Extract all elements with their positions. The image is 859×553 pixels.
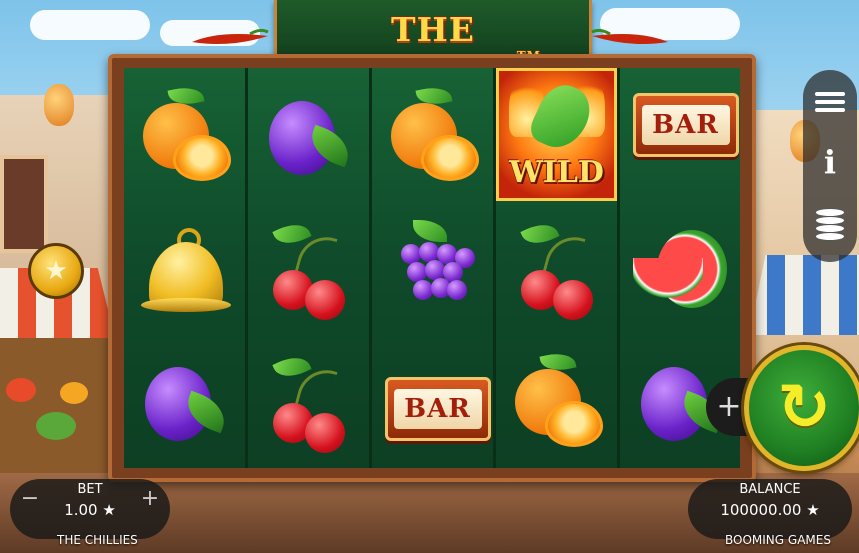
balance-panel: BALANCE 100000.00 ★: [688, 479, 852, 539]
grapes-icon: [383, 218, 483, 318]
bar-icon: BAR: [631, 85, 739, 185]
awning-right: [749, 255, 859, 335]
symbol-orange: [124, 68, 245, 201]
bet-increase-button[interactable]: +: [138, 487, 162, 511]
bar-icon: BAR: [383, 351, 491, 451]
coins-stack-icon: [815, 207, 845, 241]
bet-coins-button[interactable]: [810, 204, 850, 244]
reel-2: [248, 68, 369, 468]
orange-icon: [507, 349, 607, 451]
watermelon-icon: [631, 218, 731, 318]
orange-icon: [383, 83, 483, 185]
symbol-plum: [124, 334, 245, 467]
plum-icon: [259, 85, 359, 185]
bar-label: BAR: [393, 388, 482, 429]
menu-button[interactable]: [810, 82, 850, 122]
lantern: [44, 84, 74, 126]
wild-label: WILD: [509, 155, 604, 190]
symbol-watermelon: [620, 201, 741, 334]
symbol-grapes: [372, 201, 493, 334]
reel-area: BAR WILD BAR: [124, 68, 740, 468]
market-stall-left: [0, 338, 108, 478]
symbol-bar: BAR: [620, 68, 741, 201]
orange-icon: [135, 83, 235, 185]
reel-1: [124, 68, 245, 468]
spin-arrow-icon: ↻: [777, 371, 831, 445]
symbol-cherries: [248, 201, 369, 334]
bell-icon: [135, 218, 235, 318]
symbol-orange: [372, 68, 493, 201]
balance-label: BALANCE: [739, 482, 801, 497]
star-coin-button[interactable]: ★: [28, 243, 84, 299]
cherries-icon: [259, 217, 359, 320]
plum-icon: [135, 351, 235, 451]
cherries-icon: [507, 217, 607, 320]
bar-label: BAR: [641, 104, 730, 145]
symbol-bell: [124, 201, 245, 334]
symbol-cherries: [248, 334, 369, 467]
cherries-icon: [259, 350, 359, 453]
chili-decoration-icon: [591, 28, 668, 44]
autoplay-button[interactable]: +: [712, 388, 746, 426]
reel-4: WILD: [496, 68, 617, 468]
balance-value: 100000.00 ★: [720, 501, 820, 519]
side-menu-panel: i: [803, 70, 857, 262]
symbol-bar: BAR: [372, 334, 493, 467]
reel-3: BAR: [372, 68, 493, 468]
star-coin-icon: ★: [44, 256, 68, 286]
symbol-cherries: [496, 201, 617, 334]
symbol-plum: [248, 68, 369, 201]
menu-icon: [815, 88, 845, 116]
chili-decoration-icon: [192, 28, 269, 44]
cloud: [30, 10, 150, 40]
footer-game-name: THE CHILLIES: [57, 533, 138, 547]
wild-chili-icon: WILD: [499, 71, 614, 198]
symbol-wild: WILD: [496, 68, 617, 201]
bet-panel: − BET 1.00 ★ +: [10, 479, 170, 539]
info-button[interactable]: i: [810, 142, 850, 182]
reel-frame: BAR WILD BAR: [108, 54, 756, 482]
symbol-orange: [496, 334, 617, 467]
info-icon: i: [823, 143, 837, 181]
provider-name: BOOMING GAMES: [725, 533, 831, 547]
spin-button[interactable]: ↻: [744, 345, 859, 471]
